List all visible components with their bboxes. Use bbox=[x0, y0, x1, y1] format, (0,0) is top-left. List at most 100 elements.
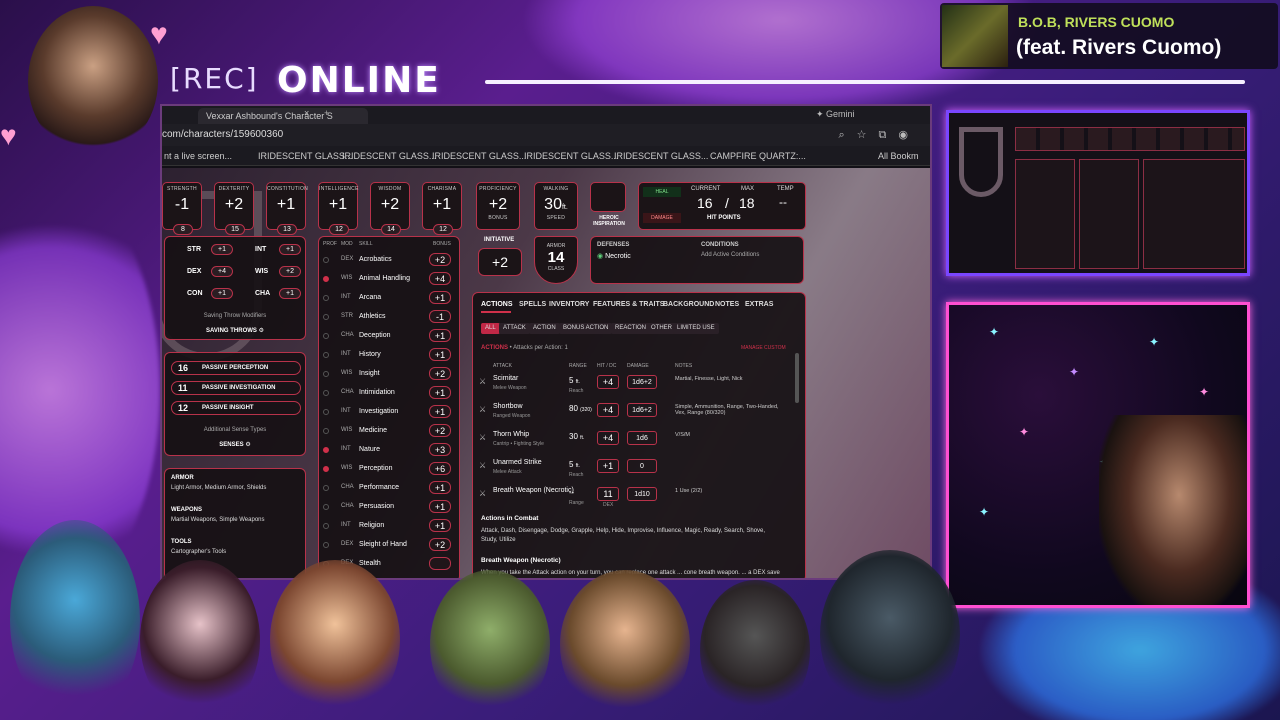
skill-row[interactable]: INT History +1 bbox=[319, 346, 455, 365]
bookmark-item[interactable]: CAMPFIRE QUARTZ:... bbox=[710, 151, 806, 161]
bookmark-item[interactable]: IRIDESCENT GLASS... bbox=[258, 151, 352, 161]
skill-row[interactable]: CHA Performance +1 bbox=[319, 479, 455, 498]
skill-row[interactable]: WIS Insight +2 bbox=[319, 365, 455, 384]
attack-row[interactable]: ⚔ Breath Weapon (Necrotic) -- Range 11 DEX 1d… bbox=[477, 485, 787, 511]
ability-strength[interactable]: STRENGTH -1 8 bbox=[162, 182, 202, 235]
damage-button[interactable]: DAMAGE bbox=[643, 213, 681, 223]
filter-action[interactable]: ACTION bbox=[529, 323, 560, 334]
skill-bonus[interactable]: +2 bbox=[429, 253, 451, 266]
tab-notes[interactable]: NOTES bbox=[715, 301, 739, 308]
bookmark-item[interactable]: IRIDESCENT GLASS... bbox=[342, 151, 436, 161]
attack-row[interactable]: ⚔ Thorn Whip Cantrip • Fighting Style 30 ft… bbox=[477, 429, 787, 455]
ability-constitution[interactable]: CONSTITUTION +1 13 bbox=[266, 182, 308, 235]
tab-extras[interactable]: EXTRAS bbox=[745, 301, 773, 308]
skill-row[interactable]: CHA Persuasion +1 bbox=[319, 498, 455, 517]
filter-limited-use[interactable]: LIMITED USE bbox=[673, 323, 719, 334]
attack-hit[interactable]: +4 bbox=[597, 431, 619, 445]
ability-dexterity[interactable]: DEXTERITY +2 15 bbox=[214, 182, 254, 235]
ability-charisma[interactable]: CHARISMA +1 12 bbox=[422, 182, 462, 235]
hp-temp[interactable]: -- bbox=[779, 195, 787, 209]
skill-bonus[interactable]: +3 bbox=[429, 443, 451, 456]
skill-row[interactable]: WIS Medicine +2 bbox=[319, 422, 455, 441]
attack-hit[interactable]: +4 bbox=[597, 375, 619, 389]
skill-bonus[interactable]: +1 bbox=[429, 405, 451, 418]
save-value[interactable]: +2 bbox=[279, 266, 301, 277]
heal-button[interactable]: HEAL bbox=[643, 187, 681, 197]
skill-row[interactable]: DEX Sleight of Hand +2 bbox=[319, 536, 455, 555]
skill-row[interactable]: WIS Perception +6 bbox=[319, 460, 455, 479]
tab-features-traits[interactable]: FEATURES & TRAITS bbox=[593, 301, 664, 308]
filter-reaction[interactable]: REACTION bbox=[611, 323, 651, 334]
skill-bonus[interactable] bbox=[429, 557, 451, 570]
attack-damage[interactable]: 1d6 bbox=[627, 431, 657, 445]
tab-close-icon[interactable]: × bbox=[304, 108, 309, 118]
search-icon[interactable]: ⌕ bbox=[838, 129, 856, 141]
heroic-inspiration[interactable] bbox=[590, 182, 626, 212]
new-tab-button[interactable]: + bbox=[324, 108, 329, 118]
filter-attack[interactable]: ATTACK bbox=[499, 323, 530, 334]
skill-row[interactable]: INT Investigation +1 bbox=[319, 403, 455, 422]
skill-bonus[interactable]: +2 bbox=[429, 367, 451, 380]
profile-icon[interactable]: ◉ bbox=[898, 129, 920, 141]
hp-current[interactable]: 16 bbox=[697, 195, 713, 211]
save-value[interactable]: +1 bbox=[279, 288, 301, 299]
skill-row[interactable]: INT Nature +3 bbox=[319, 441, 455, 460]
attack-row[interactable]: ⚔ Scimitar Melee Weapon 5 ft. Reach +4 1d6+2 Ma… bbox=[477, 373, 787, 399]
attack-damage[interactable]: 1d10 bbox=[627, 487, 657, 501]
bookmark-item[interactable]: IRIDESCENT GLASS... bbox=[432, 151, 526, 161]
manage-custom-link[interactable]: MANAGE CUSTOM bbox=[741, 345, 786, 351]
skill-row[interactable]: WIS Animal Handling +4 bbox=[319, 270, 455, 289]
skill-bonus[interactable]: +2 bbox=[429, 424, 451, 437]
skill-bonus[interactable]: +1 bbox=[429, 348, 451, 361]
skill-row[interactable]: INT Religion +1 bbox=[319, 517, 455, 536]
tab-background[interactable]: BACKGROUND bbox=[663, 301, 714, 308]
skill-bonus[interactable]: +1 bbox=[429, 291, 451, 304]
browser-tab[interactable]: Vexxar Ashbound's Character S bbox=[198, 108, 368, 124]
attack-hit[interactable]: +4 bbox=[597, 403, 619, 417]
skill-row[interactable]: STR Athletics -1 bbox=[319, 308, 455, 327]
bookmark-item[interactable]: IRIDESCENT GLASS... bbox=[524, 151, 618, 161]
saves-title[interactable]: SAVING THROWS ⚙ bbox=[165, 327, 305, 334]
tab-inventory[interactable]: INVENTORY bbox=[549, 301, 589, 308]
save-value[interactable]: +4 bbox=[211, 266, 233, 277]
bookmark-item[interactable]: All Bookm bbox=[878, 151, 919, 161]
tab-spells[interactable]: SPELLS bbox=[519, 301, 546, 308]
attack-row[interactable]: ⚔ Shortbow Ranged Weapon 80 (320) +4 1d6+2 Sim… bbox=[477, 401, 787, 427]
skill-bonus[interactable]: +1 bbox=[429, 481, 451, 494]
save-value[interactable]: +1 bbox=[211, 288, 233, 299]
attack-damage[interactable]: 1d6+2 bbox=[627, 375, 657, 389]
initiative-box[interactable]: +2 bbox=[478, 248, 522, 276]
skill-row[interactable]: CHA Deception +1 bbox=[319, 327, 455, 346]
filter-other[interactable]: OTHER bbox=[647, 323, 676, 334]
scrollbar[interactable] bbox=[795, 353, 799, 403]
skill-row[interactable]: INT Arcana +1 bbox=[319, 289, 455, 308]
star-icon[interactable]: ☆ bbox=[857, 129, 879, 141]
bookmark-item[interactable]: nt a live screen... bbox=[164, 151, 232, 161]
skill-bonus[interactable]: +1 bbox=[429, 329, 451, 342]
skill-row[interactable]: DEX Acrobatics +2 bbox=[319, 251, 455, 270]
attack-hit[interactable]: +1 bbox=[597, 459, 619, 473]
save-value[interactable]: +1 bbox=[279, 244, 301, 255]
skill-bonus[interactable]: +1 bbox=[429, 500, 451, 513]
address-bar[interactable]: com/characters/159600360 ⌕☆⧉◉ bbox=[162, 124, 930, 146]
conditions-value[interactable]: Add Active Conditions bbox=[701, 252, 759, 258]
tab-actions[interactable]: ACTIONS bbox=[481, 301, 513, 308]
filter-all[interactable]: ALL bbox=[481, 323, 500, 334]
gemini-button[interactable]: ✦ Gemini bbox=[816, 109, 855, 120]
attack-hit[interactable]: 11 bbox=[597, 487, 619, 501]
skill-bonus[interactable]: +1 bbox=[429, 386, 451, 399]
ability-intelligence[interactable]: INTELLIGENCE +1 12 bbox=[318, 182, 358, 235]
filter-bonus-action[interactable]: BONUS ACTION bbox=[559, 323, 613, 334]
skill-bonus[interactable]: -1 bbox=[429, 310, 451, 323]
skill-bonus[interactable]: +1 bbox=[429, 519, 451, 532]
attack-damage[interactable]: 0 bbox=[627, 459, 657, 473]
attack-damage[interactable]: 1d6+2 bbox=[627, 403, 657, 417]
skill-bonus[interactable]: +2 bbox=[429, 538, 451, 551]
skill-row[interactable]: CHA Intimidation +1 bbox=[319, 384, 455, 403]
senses-title[interactable]: SENSES ⚙ bbox=[165, 441, 305, 448]
skill-bonus[interactable]: +6 bbox=[429, 462, 451, 475]
bookmark-item[interactable]: IRIDESCENT GLASS... bbox=[614, 151, 708, 161]
extensions-icon[interactable]: ⧉ bbox=[879, 129, 899, 141]
ability-wisdom[interactable]: WISDOM +2 14 bbox=[370, 182, 410, 235]
save-value[interactable]: +1 bbox=[211, 244, 233, 255]
